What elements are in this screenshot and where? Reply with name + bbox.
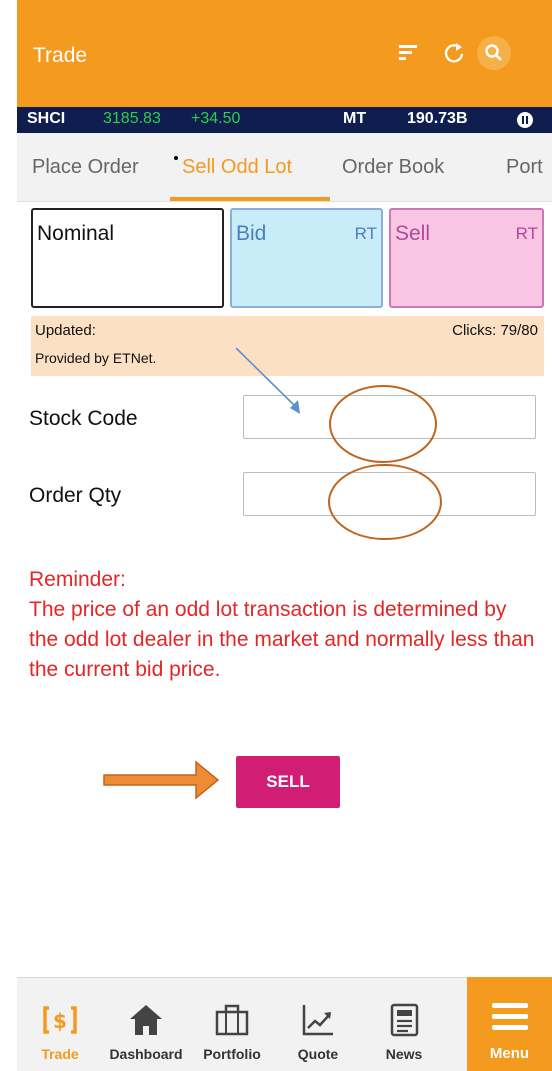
tab-sell-odd-lot[interactable]: Sell Odd Lot bbox=[182, 156, 292, 179]
odd-lot-reminder: Reminder: The price of an odd lot transa… bbox=[29, 568, 535, 681]
ticker-mt-value: 190.73B bbox=[407, 110, 468, 127]
bid-price-box: Bid RT bbox=[230, 208, 383, 308]
clicks-counter: Clicks: 79/80 bbox=[452, 322, 538, 339]
nav-menu-label: Menu bbox=[489, 1045, 530, 1062]
sell-realtime-tag: RT bbox=[515, 224, 538, 243]
nav-trade-label: Trade bbox=[41, 1046, 79, 1062]
stock-code-label: Stock Code bbox=[29, 407, 138, 430]
order-tabs: Place Order Sell Odd Lot Order Book Port bbox=[17, 133, 552, 202]
pause-icon[interactable] bbox=[517, 112, 533, 128]
ticker-mt-label: MT bbox=[343, 110, 367, 127]
nav-portfolio[interactable]: Portfolio bbox=[189, 978, 275, 1071]
nav-dashboard-label: Dashboard bbox=[109, 1046, 183, 1062]
nav-portfolio-label: Portfolio bbox=[203, 1046, 261, 1062]
active-tab-underline bbox=[170, 197, 330, 201]
top-bar: Trade bbox=[17, 0, 552, 107]
tab-portfolio[interactable]: Port bbox=[506, 156, 543, 179]
market-ticker: SHCI 3185.83 +34.50 MT 190.73B bbox=[17, 107, 552, 133]
chart-trend-icon bbox=[302, 1005, 333, 1036]
nominal-label: Nominal bbox=[37, 222, 115, 245]
page-title: Trade bbox=[33, 44, 88, 67]
stock-code-input[interactable] bbox=[243, 395, 536, 439]
order-qty-label: Order Qty bbox=[29, 484, 122, 507]
home-icon bbox=[130, 1005, 162, 1035]
sort-filter-icon[interactable] bbox=[391, 36, 425, 70]
app: Trade SHCI 3185.83 +34.50 MT 190.73B Pla… bbox=[17, 0, 552, 1071]
dollar-arrows-icon: $ bbox=[43, 1006, 77, 1034]
search-icon[interactable] bbox=[477, 36, 511, 70]
quote-info-strip: Updated: Provided by ETNet. Clicks: 79/8… bbox=[31, 316, 544, 376]
svg-text:$: $ bbox=[53, 1009, 67, 1033]
tab-indicator-dot bbox=[174, 156, 178, 160]
sell-price-box: Sell RT bbox=[389, 208, 544, 308]
nominal-price-box: Nominal bbox=[31, 208, 224, 308]
tab-order-book[interactable]: Order Book bbox=[342, 156, 444, 179]
bid-label: Bid bbox=[236, 222, 267, 245]
bid-realtime-tag: RT bbox=[354, 224, 377, 243]
briefcase-icon bbox=[215, 1004, 249, 1036]
screen-edge bbox=[0, 0, 18, 1071]
nav-news[interactable]: News bbox=[361, 978, 447, 1071]
nav-menu[interactable]: Menu bbox=[467, 977, 552, 1071]
ticker-change: +34.50 bbox=[191, 110, 241, 127]
nav-quote-label: Quote bbox=[297, 1046, 339, 1062]
provider-label: Provided by ETNet. bbox=[35, 350, 157, 366]
order-qty-input[interactable] bbox=[243, 472, 536, 516]
newspaper-icon bbox=[390, 1003, 419, 1037]
sell-button[interactable]: SELL bbox=[236, 756, 340, 808]
nav-news-label: News bbox=[385, 1046, 423, 1062]
ticker-index: SHCI bbox=[27, 110, 66, 127]
tab-place-order[interactable]: Place Order bbox=[32, 156, 139, 179]
screen: Trade SHCI 3185.83 +34.50 MT 190.73B Pla… bbox=[0, 0, 552, 1071]
hamburger-icon bbox=[492, 1003, 528, 1030]
sell-label: Sell bbox=[395, 222, 431, 245]
ticker-value: 3185.83 bbox=[103, 110, 161, 127]
nav-dashboard[interactable]: Dashboard bbox=[103, 978, 189, 1071]
refresh-icon[interactable] bbox=[437, 36, 471, 70]
nav-quote[interactable]: Quote bbox=[275, 978, 361, 1071]
updated-label: Updated: bbox=[35, 322, 96, 339]
nav-trade[interactable]: $ Trade bbox=[17, 978, 103, 1071]
